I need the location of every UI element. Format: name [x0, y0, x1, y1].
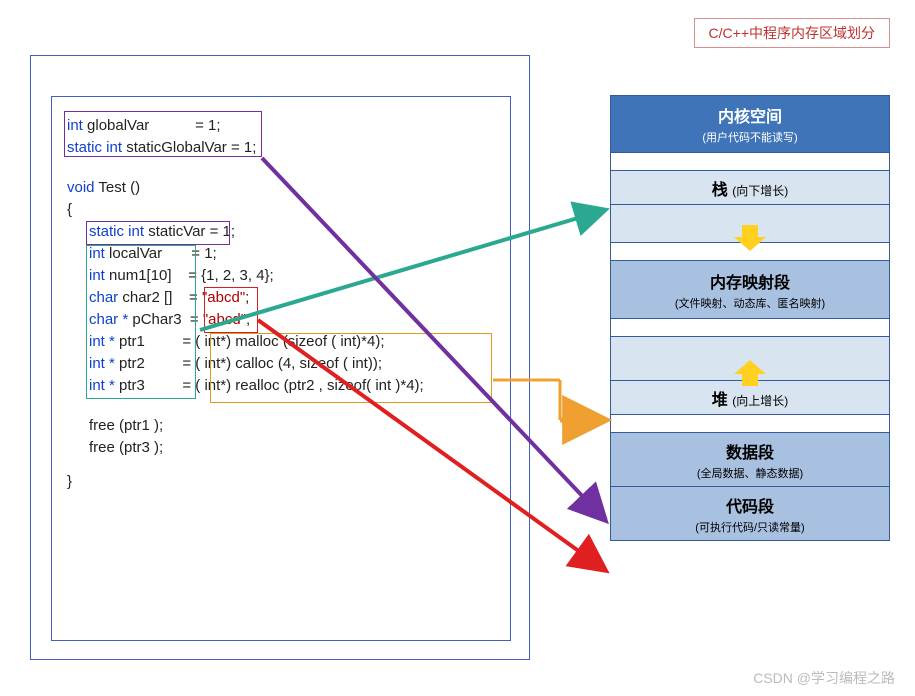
mem-gap — [611, 152, 889, 170]
memory-layout-table: 内核空间 (用户代码不能读写) 栈 (向下增长) 内存映射段 (文件映射、动态库… — [610, 95, 890, 541]
code-line-3: void Test () — [67, 177, 424, 199]
mem-stack: 栈 (向下增长) — [611, 170, 889, 204]
mem-mmap: 内存映射段 (文件映射、动态库、匿名映射) — [611, 260, 889, 318]
mem-gap — [611, 414, 889, 432]
outer-code-frame: int globalVar = 1; static int staticGlob… — [30, 55, 530, 660]
blank-line — [67, 459, 424, 471]
highlight-heap-allocs — [210, 333, 492, 403]
diagram-title: C/C++中程序内存区域划分 — [694, 18, 890, 48]
mem-code-segment: 代码段 (可执行代码/只读常量) — [611, 486, 889, 540]
code-line-4: { — [67, 199, 424, 221]
code-line-13: free (ptr1 ); — [67, 415, 424, 437]
mem-heap-arrow — [611, 336, 889, 380]
watermark: CSDN @学习编程之路 — [753, 668, 895, 688]
mem-gap — [611, 318, 889, 336]
blank-line — [67, 159, 424, 177]
mem-kernel: 内核空间 (用户代码不能读写) — [611, 96, 889, 152]
mem-stack-arrow — [611, 204, 889, 242]
highlight-static-local — [86, 221, 230, 245]
inner-code-frame: int globalVar = 1; static int staticGlob… — [51, 96, 511, 641]
highlight-locals — [86, 245, 196, 399]
code-line-15: } — [67, 471, 424, 493]
highlight-string-constants — [204, 287, 258, 333]
highlight-globals — [64, 111, 262, 157]
code-line-14: free (ptr3 ); — [67, 437, 424, 459]
mem-data-segment: 数据段 (全局数据、静态数据) — [611, 432, 889, 486]
